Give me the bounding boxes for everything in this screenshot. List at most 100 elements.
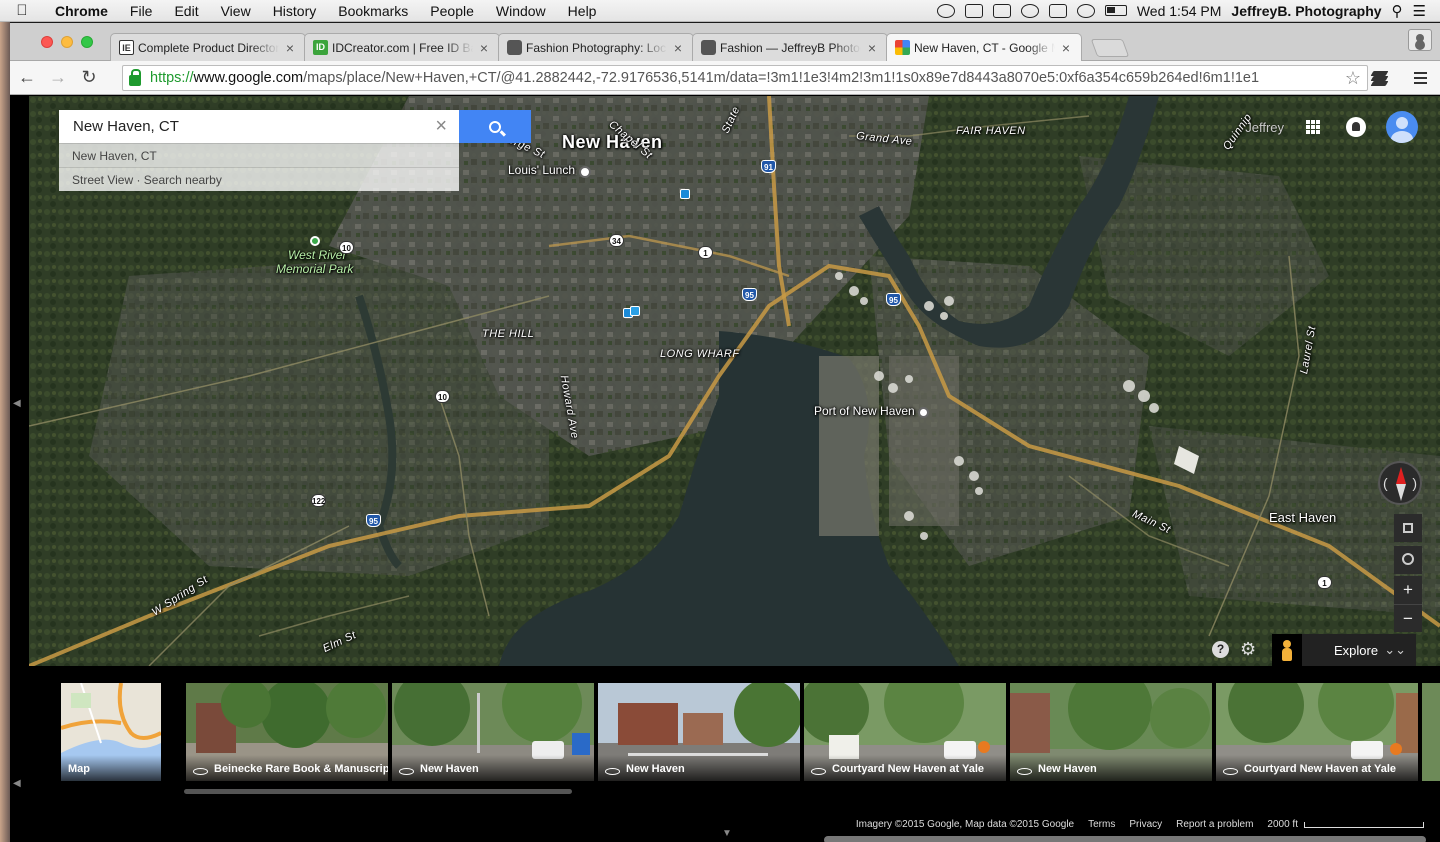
horizontal-scrollbar[interactable] xyxy=(824,836,1426,842)
tilt-icon xyxy=(1403,523,1413,533)
chrome-menu-icon[interactable] xyxy=(1412,69,1430,87)
apple-icon[interactable]:  xyxy=(0,2,44,19)
close-tab-icon[interactable]: × xyxy=(283,40,297,56)
privacy-link[interactable]: Privacy xyxy=(1129,819,1162,830)
scale-label[interactable]: 2000 ft xyxy=(1267,819,1298,830)
tab-product-directory[interactable]: IE Complete Product Directory × xyxy=(110,33,306,61)
chevron-left-icon[interactable]: ◀ xyxy=(13,398,21,409)
map-label-east-haven[interactable]: East Haven xyxy=(1269,510,1336,525)
gear-icon[interactable]: ⚙ xyxy=(1240,640,1258,658)
spotlight-helper-icon[interactable] xyxy=(1020,3,1039,18)
street-view-thumbnail[interactable]: New Haven xyxy=(1010,683,1212,781)
ie-icon: IE xyxy=(119,40,134,55)
new-tab-button[interactable] xyxy=(1090,39,1130,57)
suggestion-item[interactable]: New Haven, CT xyxy=(59,143,459,167)
dropbox-icon[interactable] xyxy=(1048,3,1067,18)
tab-fashion-locations[interactable]: Fashion Photography: Locations × xyxy=(498,33,694,61)
rotate-right-icon[interactable]: ) xyxy=(1412,475,1417,491)
street-view-thumbnail[interactable]: Beinecke Rare Book & Manuscript Library xyxy=(186,683,388,781)
tab-idcreator[interactable]: ID IDCreator.com | Free ID Badge × xyxy=(304,33,500,61)
satellite-map[interactable]: New Haven Louis' Lunch Grand Ave FAIR HA… xyxy=(29,96,1440,666)
address-bar[interactable]: https://www.google.com/maps/place/New+Ha… xyxy=(122,65,1368,91)
zoom-out-button[interactable]: − xyxy=(1394,604,1422,632)
route-shield: 122 xyxy=(311,494,326,507)
map-label-west-river[interactable]: West River xyxy=(288,248,346,262)
strip-scrollbar[interactable] xyxy=(184,789,572,794)
back-button[interactable]: ← xyxy=(13,64,41,92)
suggestion-item[interactable]: Street View · Search nearby xyxy=(59,167,459,191)
street-view-thumbnail[interactable]: Courtyard New Haven at Yale xyxy=(804,683,1006,781)
rotate-left-icon[interactable]: ( xyxy=(1383,475,1388,491)
zoom-window-button[interactable] xyxy=(81,36,93,48)
restaurant-pin-icon[interactable] xyxy=(579,166,591,178)
account-name[interactable]: Jeffrey xyxy=(1245,120,1284,135)
battery-icon[interactable] xyxy=(1104,5,1127,16)
explore-bar[interactable]: Explore ⌄⌄ xyxy=(1272,634,1416,666)
close-tab-icon[interactable]: × xyxy=(671,40,685,56)
port-pin-icon[interactable] xyxy=(918,407,929,418)
minimize-window-button[interactable] xyxy=(61,36,73,48)
pegman-icon[interactable] xyxy=(1272,634,1302,666)
menu-people[interactable]: People xyxy=(419,3,485,19)
close-tab-icon[interactable]: × xyxy=(477,40,491,56)
layers-extension-icon[interactable] xyxy=(1370,69,1389,87)
menu-view[interactable]: View xyxy=(210,3,262,19)
map-footer: Imagery ©2015 Google, Map data ©2015 Goo… xyxy=(856,819,1424,830)
map-label-memorial-park[interactable]: Memorial Park xyxy=(276,262,353,276)
route-shield: 34 xyxy=(609,234,624,247)
menu-file[interactable]: File xyxy=(119,3,164,19)
chevron-down-icon[interactable]: ⌄⌄ xyxy=(1384,642,1406,658)
tilt-toggle-button[interactable] xyxy=(1394,514,1422,542)
wifi-icon[interactable] xyxy=(1076,3,1095,18)
avatar[interactable] xyxy=(1386,111,1418,143)
map-thumbnail[interactable]: Map xyxy=(61,683,161,781)
chevron-left-icon[interactable]: ◀ xyxy=(13,778,21,789)
park-pin-icon[interactable] xyxy=(310,236,320,246)
adobe-icon[interactable] xyxy=(964,3,983,18)
bookmark-star-icon[interactable]: ☆ xyxy=(1345,68,1361,89)
transit-station-icon[interactable] xyxy=(680,189,690,199)
display-icon[interactable] xyxy=(992,3,1011,18)
map-label-louis-lunch[interactable]: Louis' Lunch xyxy=(508,163,575,177)
apps-grid-icon[interactable] xyxy=(1306,120,1320,134)
notification-center-icon[interactable]: ☰ xyxy=(1413,2,1426,20)
scale-bar[interactable] xyxy=(1304,821,1424,828)
map-label-port-of-new-haven[interactable]: Port of New Haven xyxy=(814,404,915,418)
search-input[interactable]: New Haven, CT × xyxy=(59,110,459,143)
help-icon[interactable]: ? xyxy=(1212,641,1229,658)
street-view-thumbnail[interactable]: New Haven xyxy=(392,683,594,781)
search-button[interactable] xyxy=(459,110,531,143)
close-tab-icon[interactable]: × xyxy=(865,40,879,56)
profile-icon[interactable] xyxy=(1408,29,1432,51)
forward-button[interactable]: → xyxy=(44,64,72,92)
menu-bookmarks[interactable]: Bookmarks xyxy=(327,3,419,19)
transit-station-icon[interactable] xyxy=(630,306,640,316)
tab-title: IDCreator.com | Free ID Badge xyxy=(332,40,473,55)
spotlight-search-icon[interactable]: ⚲ xyxy=(1392,2,1403,20)
menu-app-chrome[interactable]: Chrome xyxy=(44,3,119,19)
street-view-thumbnail-partial[interactable] xyxy=(1422,683,1440,781)
street-view-360-icon xyxy=(1223,768,1238,775)
menu-edit[interactable]: Edit xyxy=(163,3,209,19)
tab-google-maps[interactable]: New Haven, CT - Google Maps × xyxy=(886,33,1082,61)
compass-control[interactable]: ( ) xyxy=(1378,461,1422,505)
menu-clock[interactable]: Wed 1:54 PM xyxy=(1137,3,1222,19)
clear-search-icon[interactable]: × xyxy=(435,115,447,138)
notifications-bell-icon[interactable] xyxy=(1346,117,1366,137)
chevron-down-icon[interactable]: ▼ xyxy=(722,828,732,839)
menu-help[interactable]: Help xyxy=(557,3,608,19)
menu-user-name[interactable]: JeffreyB. Photography xyxy=(1231,3,1381,19)
tab-fashion-jeffreyb[interactable]: Fashion — JeffreyB Photography × xyxy=(692,33,888,61)
creative-cloud-icon[interactable] xyxy=(936,3,955,18)
street-view-thumbnail[interactable]: New Haven xyxy=(598,683,800,781)
terms-link[interactable]: Terms xyxy=(1088,819,1115,830)
street-view-thumbnail[interactable]: Courtyard New Haven at Yale xyxy=(1216,683,1418,781)
close-window-button[interactable] xyxy=(41,36,53,48)
report-problem-link[interactable]: Report a problem xyxy=(1176,819,1253,830)
menu-window[interactable]: Window xyxy=(485,3,557,19)
zoom-in-button[interactable]: + xyxy=(1394,576,1422,604)
menu-history[interactable]: History xyxy=(262,3,328,19)
close-tab-icon[interactable]: × xyxy=(1059,40,1073,56)
reload-button[interactable]: ↻ xyxy=(75,64,103,92)
my-location-button[interactable] xyxy=(1394,546,1422,574)
